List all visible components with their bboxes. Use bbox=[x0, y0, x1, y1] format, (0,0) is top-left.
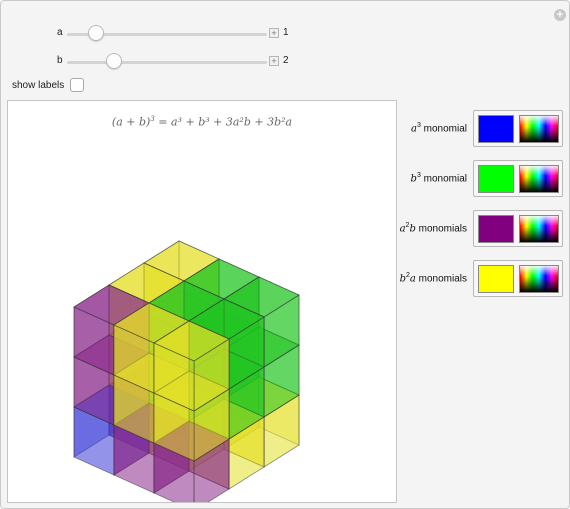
legend-row-b2a: b2a monomials bbox=[397, 258, 567, 298]
slider-value-b: 2 bbox=[283, 55, 289, 66]
slider-label-a: a bbox=[57, 27, 63, 38]
color-picker-icon[interactable] bbox=[519, 215, 559, 243]
app-window: + a + 1 b + 2 show labels (a + b)3 = a³ … bbox=[0, 0, 570, 509]
slider-thumb-a[interactable] bbox=[88, 25, 104, 41]
legend-panel: a3 monomial b3 monomial a2b monomials b2… bbox=[397, 100, 567, 310]
legend-label-b3: b3 monomial bbox=[410, 172, 467, 185]
color-setter-a2b[interactable] bbox=[473, 210, 563, 247]
color-picker-icon[interactable] bbox=[519, 165, 559, 193]
cube-graphic bbox=[73, 240, 300, 502]
swatch-b2a[interactable] bbox=[478, 265, 514, 293]
slider-row-a: a + 1 bbox=[1, 24, 301, 44]
slider-thumb-b[interactable] bbox=[106, 53, 122, 69]
legend-label-a2b: a2b monomials bbox=[399, 222, 467, 235]
legend-label-b2a: b2a monomials bbox=[399, 272, 467, 285]
plus-circle-icon[interactable]: + bbox=[554, 9, 566, 21]
show-labels-label: show labels bbox=[12, 80, 65, 91]
swatch-a2b[interactable] bbox=[478, 215, 514, 243]
color-setter-b3[interactable] bbox=[473, 160, 563, 197]
plot-area[interactable]: (a + b)3 = a³ + b³ + 3a²b + 3b²a bbox=[7, 100, 397, 503]
legend-row-a3: a3 monomial bbox=[397, 108, 567, 148]
slider-row-b: b + 2 bbox=[1, 52, 301, 72]
swatch-b3[interactable] bbox=[478, 165, 514, 193]
slider-label-b: b bbox=[57, 55, 63, 66]
color-picker-icon[interactable] bbox=[519, 115, 559, 143]
color-setter-a3[interactable] bbox=[473, 110, 563, 147]
slider-track-b[interactable] bbox=[67, 61, 267, 64]
swatch-a3[interactable] bbox=[478, 115, 514, 143]
color-setter-b2a[interactable] bbox=[473, 260, 563, 297]
slider-value-a: 1 bbox=[283, 27, 289, 38]
show-labels-checkbox[interactable] bbox=[70, 78, 84, 92]
legend-row-a2b: a2b monomials bbox=[397, 208, 567, 248]
legend-row-b3: b3 monomial bbox=[397, 158, 567, 198]
expand-slider-b-icon[interactable]: + bbox=[269, 56, 279, 66]
expand-slider-a-icon[interactable]: + bbox=[269, 28, 279, 38]
color-picker-icon[interactable] bbox=[519, 265, 559, 293]
legend-label-a3: a3 monomial bbox=[410, 122, 467, 135]
